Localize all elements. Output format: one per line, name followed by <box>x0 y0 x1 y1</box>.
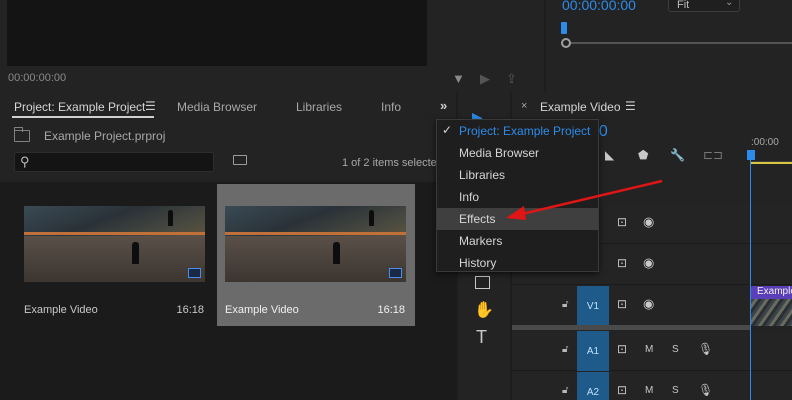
hand-tool-icon[interactable]: ✋ <box>474 300 494 320</box>
rectangle-tool-icon[interactable] <box>475 276 490 289</box>
microphone-icon[interactable]: 🎙︎ <box>698 342 713 356</box>
menu-item-label: Libraries <box>459 168 506 182</box>
tab-media-browser[interactable]: Media Browser <box>177 100 257 114</box>
clip-type-icon <box>188 268 201 278</box>
track-label-a1[interactable]: A1 <box>577 331 609 371</box>
menu-item-markers[interactable]: Markers <box>437 230 598 252</box>
panel-menu-icon[interactable]: ☰ <box>625 99 636 113</box>
clip-name: Example Video <box>225 304 299 316</box>
panel-menu-icon[interactable]: ☰ <box>145 99 156 113</box>
program-timecode[interactable]: 00:00:00:00 <box>562 0 636 13</box>
tab-project[interactable]: Project: Example Project <box>14 100 145 114</box>
program-playhead[interactable] <box>561 22 567 34</box>
menu-item-label: History <box>459 256 497 270</box>
source-monitor-view <box>7 0 427 66</box>
eye-icon[interactable]: ◉ <box>643 255 654 271</box>
toggle-sync-icon[interactable]: ⊡ <box>617 256 627 270</box>
clip-duration: 16:18 <box>377 304 405 316</box>
eye-icon[interactable]: ◉ <box>643 214 654 230</box>
solo-button[interactable]: S <box>672 344 679 355</box>
track-label-a2[interactable]: A2 <box>577 372 609 400</box>
tab-timeline[interactable]: Example Video <box>540 100 621 114</box>
lock-icon[interactable]: 🔓︎ <box>562 299 568 310</box>
timeline-clip-label: Example <box>751 286 792 299</box>
toggle-sync-icon[interactable]: ⊡ <box>617 215 627 229</box>
clip-thumbnail <box>24 206 205 282</box>
program-monitor-panel <box>546 0 792 92</box>
type-tool-icon[interactable]: T <box>476 327 487 348</box>
source-timecode[interactable]: 00:00:00:00 <box>8 72 66 84</box>
program-scrub-knob[interactable] <box>561 38 571 48</box>
active-tab-indicator <box>12 116 154 118</box>
checkmark-icon: ✓ <box>442 123 453 137</box>
work-area-bar[interactable] <box>750 162 792 164</box>
clip-thumbnail <box>225 206 406 282</box>
clip-name: Example Video <box>24 304 98 316</box>
timeline-playhead[interactable] <box>747 150 755 160</box>
tab-libraries[interactable]: Libraries <box>296 100 342 114</box>
microphone-icon[interactable]: 🎙︎ <box>698 383 713 397</box>
menu-item-label: Info <box>459 190 480 204</box>
mute-button[interactable]: M <box>645 344 653 355</box>
new-bin-icon[interactable] <box>233 155 247 165</box>
menu-item-effects[interactable]: Effects <box>437 208 598 230</box>
menu-item-label: Effects <box>459 212 496 226</box>
menu-item-history[interactable]: History <box>437 252 598 274</box>
menu-item-label: Markers <box>459 234 503 248</box>
menu-item-project[interactable]: ✓ Project: Example Project <box>437 120 598 142</box>
snap-icon[interactable]: ◣ <box>605 148 614 162</box>
tabs-overflow-icon[interactable]: » <box>440 98 447 113</box>
tab-info[interactable]: Info <box>381 100 401 114</box>
menu-item-media-browser[interactable]: Media Browser <box>437 142 598 164</box>
toggle-sync-icon[interactable]: ⊡ <box>617 297 627 311</box>
marker-icon[interactable]: ⬟ <box>638 148 648 162</box>
clip-card[interactable]: Example Video 16:18 <box>16 184 214 326</box>
time-ruler[interactable] <box>750 150 792 162</box>
program-scrub-bar[interactable] <box>562 42 792 44</box>
clip-duration: 16:18 <box>176 304 204 316</box>
export-icon[interactable]: ⇪ <box>506 71 517 87</box>
ruler-label: :00:00 <box>751 137 779 148</box>
search-input[interactable] <box>14 152 214 172</box>
lock-icon[interactable]: 🔓︎ <box>562 344 568 355</box>
toggle-sync-icon[interactable]: ⊡ <box>617 342 627 356</box>
track-label-v1[interactable]: V1 <box>577 286 609 326</box>
lock-icon[interactable]: 🔓︎ <box>562 385 568 396</box>
search-icon: ⚲ <box>20 154 30 169</box>
clip-card-selected[interactable]: Example Video 16:18 <box>217 184 415 326</box>
close-icon[interactable]: × <box>521 100 527 112</box>
items-count: 1 of 2 items selecte <box>342 157 437 169</box>
filter-icon[interactable]: ▼ <box>452 71 465 86</box>
toggle-sync-icon[interactable]: ⊡ <box>617 383 627 397</box>
timeline-clip-thumbnail <box>751 299 792 326</box>
wrench-icon[interactable]: 🔧 <box>670 148 685 162</box>
track-divider[interactable] <box>512 325 750 330</box>
project-file-name: Example Project.prproj <box>44 129 166 143</box>
mute-button[interactable]: M <box>645 385 653 396</box>
menu-item-libraries[interactable]: Libraries <box>437 164 598 186</box>
eye-icon[interactable]: ◉ <box>643 296 654 312</box>
menu-item-info[interactable]: Info <box>437 186 598 208</box>
folder-icon <box>14 127 30 142</box>
solo-button[interactable]: S <box>672 385 679 396</box>
chevron-down-icon: ⌄ <box>725 0 734 8</box>
menu-item-label: Project: Example Project <box>459 124 591 138</box>
insert-icon[interactable]: ▶︎ <box>480 71 490 87</box>
panel-tabs-menu: ✓ Project: Example Project Media Browser… <box>436 119 599 272</box>
clip-type-icon <box>389 268 402 278</box>
menu-item-label: Media Browser <box>459 146 540 160</box>
timeline-playhead-line[interactable] <box>750 150 751 400</box>
captions-icon[interactable]: ⊏⊐ <box>703 148 723 162</box>
